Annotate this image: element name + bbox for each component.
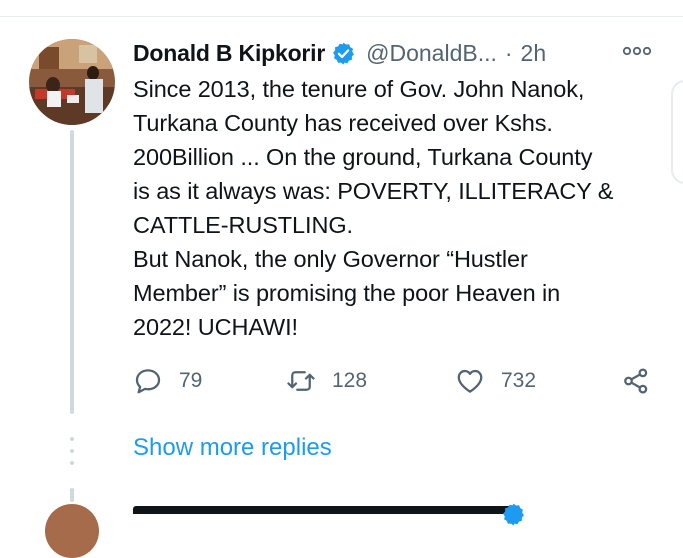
reply-icon — [135, 369, 161, 394]
verified-badge-icon — [333, 42, 355, 64]
retweet-count: 128 — [332, 369, 368, 392]
thread-dot — [70, 437, 74, 441]
author-name[interactable]: Donald B Kipkorir — [133, 40, 325, 67]
author-avatar[interactable] — [29, 39, 115, 125]
reply-count: 79 — [179, 369, 203, 392]
tweet-text: Since 2013, the tenure of Gov. John Nano… — [133, 76, 614, 340]
thread-dot — [70, 449, 74, 453]
tweet-header: Donald B Kipkorir @DonaldB... · 2h — [133, 36, 546, 70]
like-count: 732 — [501, 369, 537, 392]
next-reply-avatar[interactable] — [45, 504, 99, 558]
thread-connector-line — [70, 130, 74, 414]
share-icon — [624, 368, 648, 394]
side-card-edge — [671, 80, 683, 184]
verified-badge-icon — [503, 503, 524, 526]
top-divider — [0, 16, 683, 17]
retweet-button[interactable]: 128 — [286, 364, 367, 398]
thread-connector-line-next — [70, 488, 74, 502]
next-reply-header-cropped — [133, 502, 513, 514]
tweet-timestamp[interactable]: 2h — [521, 40, 547, 67]
like-button[interactable]: 732 — [455, 364, 536, 398]
retweet-icon — [287, 371, 315, 391]
author-handle[interactable]: @DonaldB... — [366, 40, 497, 67]
heart-icon — [457, 369, 483, 393]
header-separator: · — [504, 39, 513, 66]
show-more-replies-link[interactable]: Show more replies — [133, 434, 332, 462]
more-options-icon[interactable] — [622, 44, 652, 58]
reply-button[interactable]: 79 — [133, 364, 202, 398]
thread-dot — [70, 461, 74, 465]
share-button[interactable] — [621, 364, 651, 398]
